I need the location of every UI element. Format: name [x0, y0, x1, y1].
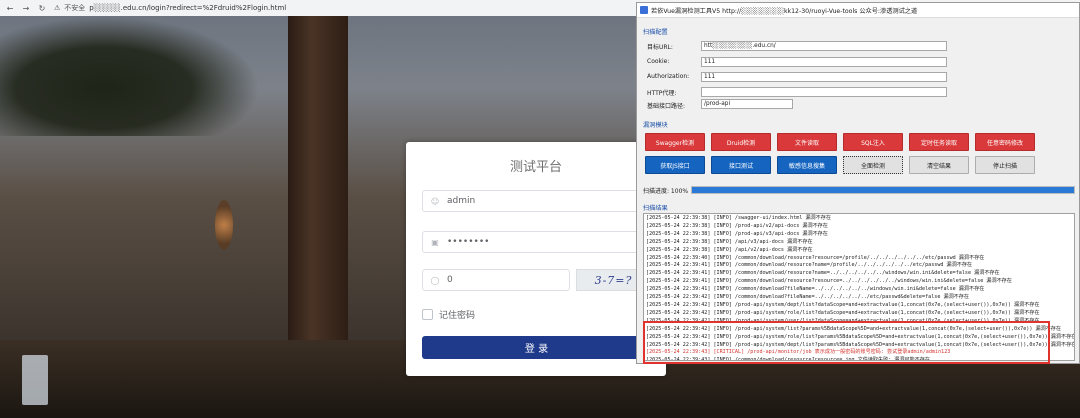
app-icon [640, 6, 648, 14]
password-change-button[interactable]: 任意密码修改 [975, 133, 1035, 151]
remember-checkbox[interactable] [422, 309, 433, 320]
login-title: 测试平台 [509, 160, 562, 175]
target-url-label: 目标URL: [647, 44, 673, 51]
background-glass [22, 355, 48, 405]
remember-password[interactable]: 记住密码 [422, 308, 475, 321]
url-text: p░░░░░.edu.cn/login?redirect=%2Fdruid%2F… [89, 4, 287, 12]
tool-title: 若依Vue漏洞检测工具V5 http://░░░░░░░░░kk12-30/ru… [651, 7, 918, 15]
log-line: [2025-05-24 22:39:42] [INFO] /common/dow… [646, 294, 969, 301]
username-field[interactable]: ☺ admin [422, 190, 651, 212]
base-path-label: 基础接口路径: [647, 103, 686, 110]
warning-icon: ⚠ [54, 4, 61, 12]
stop-scan-button[interactable]: 停止扫描 [975, 156, 1035, 174]
user-icon: ☺ [430, 196, 440, 206]
tool-titlebar: 若依Vue漏洞检测工具V5 http://░░░░░░░░░kk12-30/ru… [637, 3, 1079, 18]
username-value: admin [447, 196, 476, 206]
log-line: [2025-05-24 22:39:42] [INFO] /prod-api/s… [646, 309, 1040, 316]
proxy-input[interactable] [701, 87, 947, 97]
progress-bar [691, 186, 1075, 194]
log-line: [2025-05-24 22:39:38] [INFO] /prod-api/v… [646, 222, 828, 229]
modules-section-title: 漏洞模块 [643, 122, 668, 129]
log-line: [2025-05-24 22:39:38] [INFO] /swagger-ui… [646, 215, 831, 221]
authorization-label: Authorization: [647, 73, 690, 80]
login-card: 测试平台 ☺ admin ▣ •••••••• ◯ 0 3-7=? 记住密码 登… [406, 142, 666, 376]
log-line: [2025-05-24 22:39:41] [INFO] /common/dow… [646, 286, 985, 293]
captcha-field[interactable]: ◯ 0 [422, 269, 570, 291]
log-line: [2025-05-24 22:39:38] [INFO] /api/v3/api… [646, 238, 813, 245]
log-line: [2025-05-24 22:39:42] [INFO] /prod-api/s… [646, 301, 1040, 308]
remember-label: 记住密码 [439, 311, 476, 321]
swagger-check-button[interactable]: Swagger检测 [645, 133, 705, 151]
target-url-input[interactable]: htt░░░░░░░░░.edu.cn/ [701, 41, 947, 51]
full-scan-button[interactable]: 全面检测 [843, 156, 903, 174]
config-section-title: 扫描配置 [643, 29, 668, 36]
sql-injection-button[interactable]: SQL注入 [843, 133, 903, 151]
progress-label: 扫描进度: 100% [643, 188, 689, 195]
api-test-button[interactable]: 接口测试 [711, 156, 771, 174]
log-line: [2025-05-24 22:39:38] [INFO] /prod-api/v… [646, 230, 828, 237]
shield-icon: ◯ [430, 275, 440, 285]
arrow-right-icon[interactable]: → [20, 2, 32, 14]
arrow-left-icon[interactable]: ← [4, 2, 16, 14]
authorization-input[interactable]: 111 [701, 72, 947, 82]
captcha-value: 0 [447, 275, 453, 285]
cookie-input[interactable]: 111 [701, 57, 947, 67]
base-path-input[interactable]: /prod-api [701, 99, 793, 109]
results-section-title: 扫描结果 [643, 205, 668, 212]
highlight-box [643, 321, 1050, 364]
cookie-label: Cookie: [647, 58, 670, 65]
clear-results-button[interactable]: 清空结果 [909, 156, 969, 174]
login-button[interactable]: 登 录 [422, 336, 651, 359]
security-label: 不安全 [64, 4, 86, 12]
password-value: •••••••• [447, 237, 490, 247]
background-lamp [215, 200, 233, 250]
progress-fill [692, 187, 1074, 193]
proxy-label: HTTP代理: [647, 90, 677, 97]
reload-icon[interactable]: ↻ [36, 2, 48, 14]
tool-window: 若依Vue漏洞检测工具V5 http://░░░░░░░░░kk12-30/ru… [636, 2, 1080, 364]
log-line: [2025-05-24 22:39:38] [INFO] /api/v2/api… [646, 246, 813, 253]
lock-icon: ▣ [431, 237, 439, 247]
scheduled-task-button[interactable]: 定时任务读取 [909, 133, 969, 151]
background-trees [0, 16, 260, 136]
log-line: [2025-05-24 22:39:41] [INFO] /common/dow… [646, 278, 1012, 285]
sensitive-info-button[interactable]: 敏感信息搜集 [777, 156, 837, 174]
get-js-api-button[interactable]: 获取JS接口 [645, 156, 705, 174]
druid-check-button[interactable]: Druid检测 [711, 133, 771, 151]
password-field[interactable]: ▣ •••••••• [422, 231, 651, 253]
file-read-button[interactable]: 文件读取 [777, 133, 837, 151]
address-bar[interactable]: ⚠ 不安全 p░░░░░.edu.cn/login?redirect=%2Fdr… [54, 3, 286, 13]
